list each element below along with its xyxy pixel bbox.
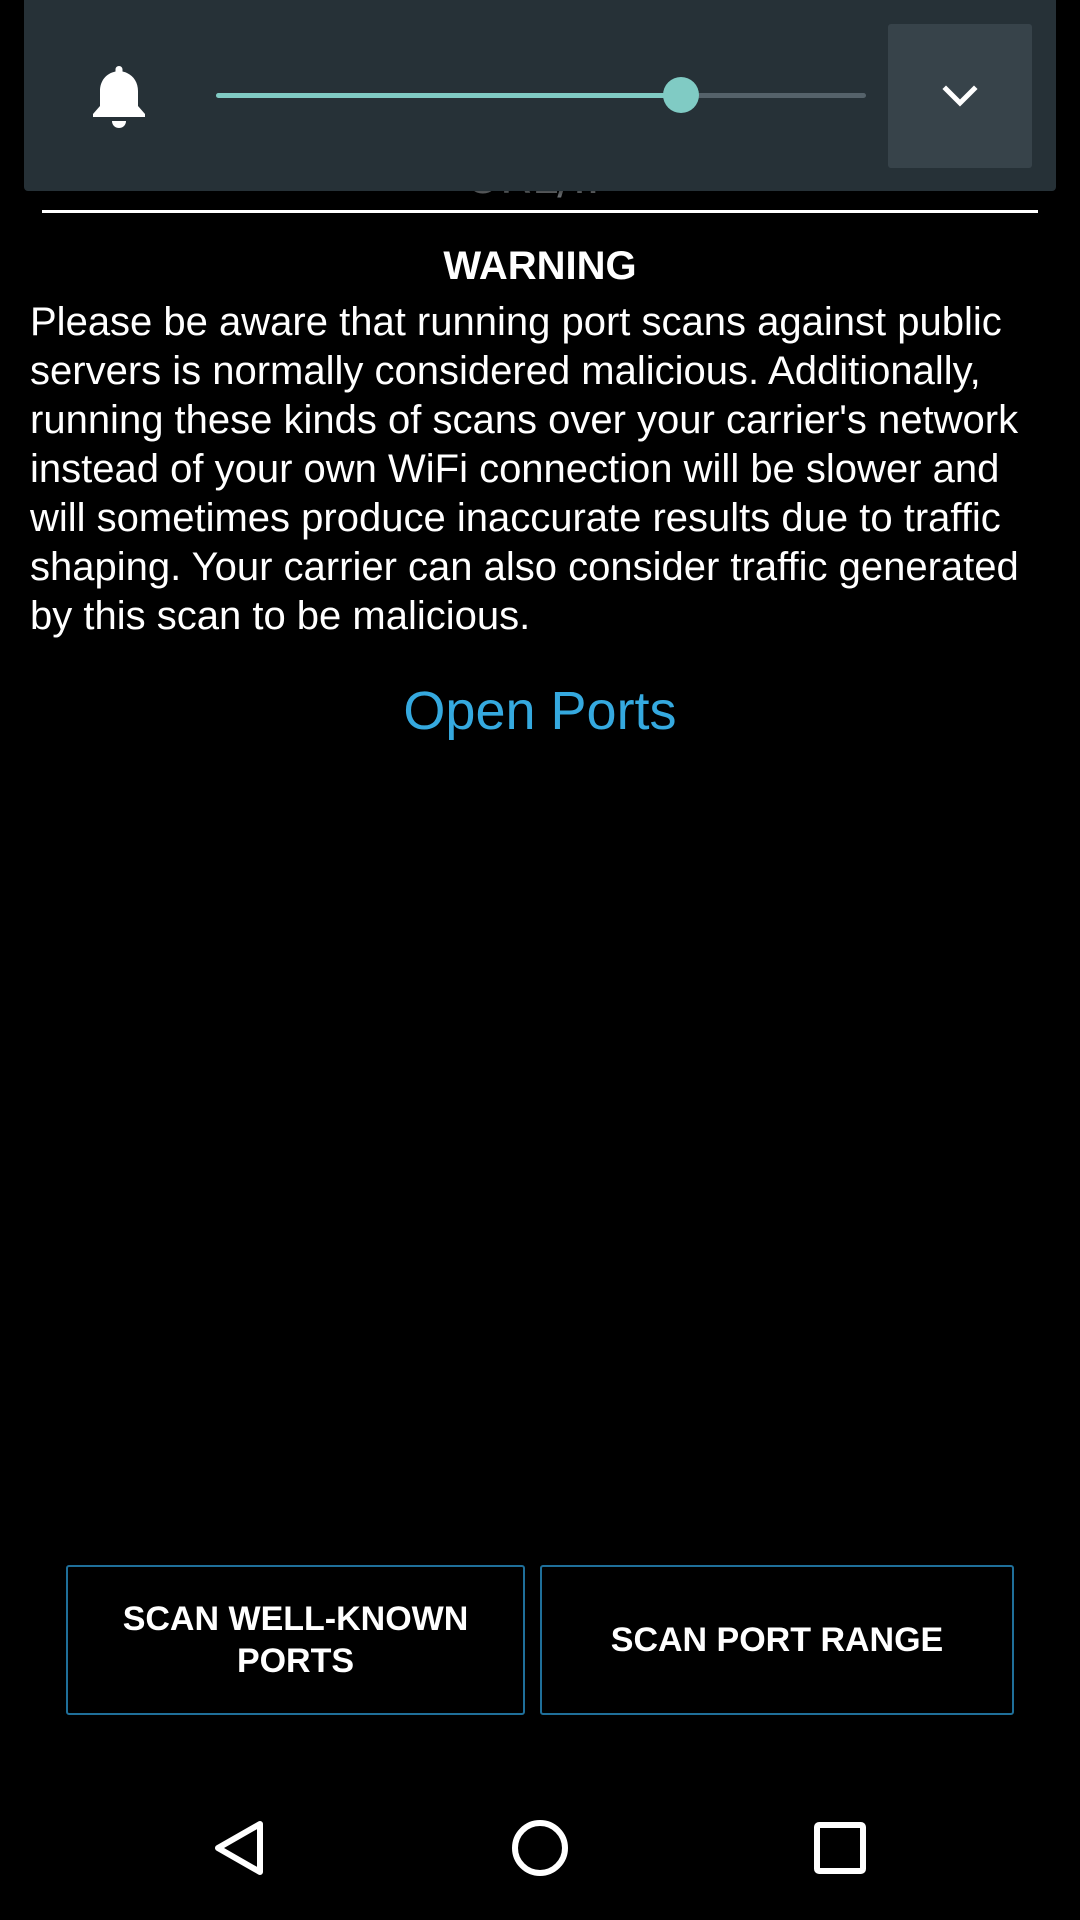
recents-button[interactable] [760, 1776, 920, 1920]
home-circle-icon [512, 1820, 568, 1876]
scan-well-known-ports-button[interactable]: SCAN WELL-KNOWN PORTS [66, 1565, 525, 1715]
port-scan-screen: URL/IP WARNING Please be aware that runn… [0, 0, 1080, 1920]
navigation-bar [0, 1776, 1080, 1920]
volume-panel [24, 0, 1056, 191]
expand-volume-button[interactable] [888, 24, 1032, 168]
scan-port-range-label: SCAN PORT RANGE [610, 1621, 944, 1659]
back-button[interactable] [160, 1776, 320, 1920]
back-triangle-icon [215, 1821, 263, 1875]
scan-well-known-ports-label: SCAN WELL-KNOWN PORTS [122, 1600, 469, 1680]
bell-icon[interactable] [86, 60, 152, 130]
volume-slider-thumb[interactable] [662, 77, 699, 113]
volume-slider-fill [216, 93, 681, 98]
open-ports-list [30, 760, 1050, 1540]
chevron-down-icon [942, 85, 978, 107]
volume-slider[interactable] [216, 76, 866, 116]
scan-port-range-button[interactable]: SCAN PORT RANGE [540, 1565, 1014, 1715]
home-button[interactable] [460, 1776, 620, 1920]
open-ports-heading: Open Ports [403, 681, 677, 741]
recents-square-icon [814, 1822, 866, 1874]
warning-title: WARNING [443, 244, 637, 288]
warning-body: Please be aware that running port scans … [30, 300, 1019, 638]
